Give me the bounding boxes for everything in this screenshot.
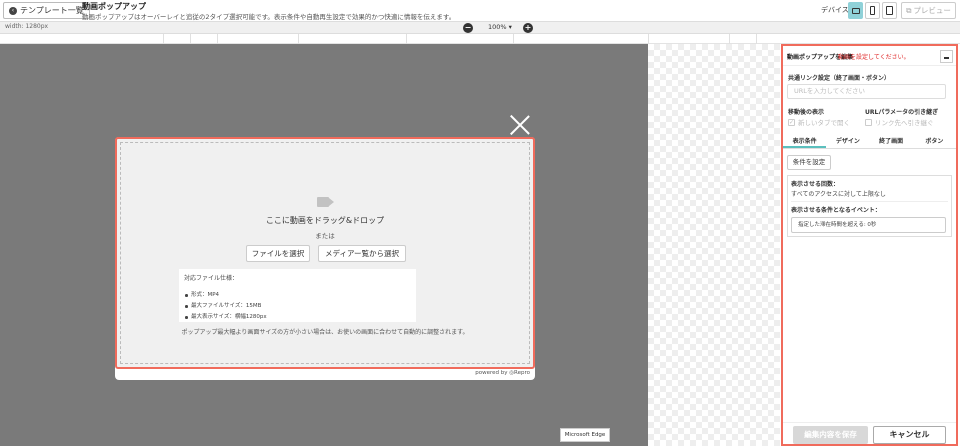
back-arrow-icon: ‹ <box>9 6 17 15</box>
preview-button[interactable]: ⧉ プレビュー <box>901 2 956 19</box>
url-param-label: URLパラメータの引き継ぎ <box>865 109 939 116</box>
video-popup: ここに動画をドラッグ&ドロップ または ファイルを選択 メディアー覧から選択 対… <box>115 137 535 380</box>
ruler-tick <box>163 34 164 44</box>
cancel-button[interactable]: キャンセル <box>873 426 946 444</box>
ruler-tick <box>190 34 191 44</box>
set-condition-button[interactable]: 条件を設定 <box>787 155 831 170</box>
spec-item: 最大ファイルサイズ：15MB <box>184 301 411 312</box>
ruler-tick <box>729 34 730 44</box>
zoom-bar: width: 1280px − 100% ▾ + <box>0 22 960 34</box>
collapse-panel-button[interactable] <box>940 50 953 63</box>
desktop-icon <box>851 7 860 14</box>
ruler-tick <box>648 34 649 44</box>
display-times-value: すべてのアクセスに対して上限なし <box>791 191 886 198</box>
after-move-label: 移動後の表示 <box>788 109 825 116</box>
drop-instruction: ここに動画をドラッグ&ドロップ <box>265 216 385 225</box>
size-note: ポップアップ最大幅より画面サイズの方が小さい場合は、お使いの画面に合わせて自動的… <box>181 329 469 336</box>
back-button-label: テンプレート一覧 <box>20 6 84 15</box>
ruler-tick <box>756 34 757 44</box>
top-bar: ‹ テンプレート一覧 動画ポップアップ 動画ポップアップはオーバーレイと追従の2… <box>0 0 960 22</box>
tab-design[interactable]: デザイン <box>826 135 869 148</box>
browser-badge: Microsoft Edge <box>560 428 610 442</box>
new-tab-checkbox[interactable]: ✓ 新しいタブで開く <box>788 117 850 127</box>
spec-item: 形式：MP4 <box>184 290 411 301</box>
link-forward-checkbox[interactable]: リンク先へ引き継ぐ <box>865 117 934 127</box>
or-text: または <box>315 232 335 240</box>
tab-end-screen[interactable]: 終了画面 <box>870 135 913 148</box>
tab-button[interactable]: ボタン <box>913 135 956 148</box>
file-spec-box: 対応ファイル仕様： 形式：MP4 最大ファイルサイズ：15MB 最大表示サイズ：… <box>179 269 416 322</box>
display-times-label: 表示させる回数： <box>791 181 840 188</box>
back-to-templates-button[interactable]: ‹ テンプレート一覧 <box>3 2 90 19</box>
link-forward-label: リンク先へ引き継ぐ <box>875 119 934 127</box>
select-file-button[interactable]: ファイルを選択 <box>246 245 310 262</box>
device-desktop-button[interactable] <box>848 2 863 19</box>
ruler-tick <box>298 34 299 44</box>
tablet-icon <box>886 6 893 15</box>
transparent-area <box>648 44 780 446</box>
new-tab-label: 新しいタブで開く <box>798 119 850 127</box>
powered-by-logo: powered by ◎Repro <box>475 370 530 376</box>
ruler-tick <box>513 34 514 44</box>
footer-divider <box>783 422 956 423</box>
spec-item: 最大表示サイズ：横幅1280px <box>184 312 411 323</box>
event-label: 表示させる条件となるイベント： <box>791 207 881 214</box>
page-description: 動画ポップアップはオーバーレイと追従の2タイプ選択可能です。表示条件や自動再生設… <box>82 13 456 21</box>
divider <box>791 201 948 202</box>
device-tablet-button[interactable] <box>882 2 897 19</box>
condition-summary: 表示させる回数： すべてのアクセスに対して上限なし 表示させる条件となるイベント… <box>787 175 952 237</box>
device-label: デバイス <box>821 6 849 14</box>
preview-label: プレビュー <box>913 6 951 15</box>
spec-title: 対応ファイル仕様： <box>184 275 239 282</box>
edit-panel: 動画ポップアップを編集 動画を設定してください。 共通リンク設定（終了画面・ボタ… <box>781 44 958 446</box>
save-button[interactable]: 編集内容を保存 <box>793 426 868 444</box>
ruler-tick <box>406 34 407 44</box>
external-link-icon: ⧉ <box>906 5 912 15</box>
url-input[interactable]: URLを入力してください <box>787 84 946 99</box>
video-dropzone[interactable]: ここに動画をドラッグ&ドロップ または ファイルを選択 メディアー覧から選択 対… <box>115 137 535 369</box>
mobile-icon <box>870 6 875 15</box>
select-from-media-button[interactable]: メディアー覧から選択 <box>318 245 406 262</box>
zoom-in-button[interactable]: + <box>523 23 533 33</box>
popup-close-icon[interactable] <box>510 115 530 135</box>
zoom-level-select[interactable]: 100% ▾ <box>488 23 512 31</box>
event-value: 指定した滞在時間を超える: 0秒 <box>791 217 946 233</box>
warning-text: 動画を設定してください。 <box>838 54 910 61</box>
checkbox-icon <box>865 118 872 126</box>
device-mobile-button[interactable] <box>865 2 880 19</box>
checkbox-checked-icon: ✓ <box>788 118 795 126</box>
ruler <box>0 34 960 44</box>
video-camera-icon <box>317 197 329 207</box>
zoom-out-button[interactable]: − <box>463 23 473 33</box>
canvas-width-text: width: 1280px <box>5 23 49 30</box>
tab-display-conditions[interactable]: 表示条件 <box>783 135 827 148</box>
panel-tabs: 表示条件 デザイン 終了画面 ボタン <box>783 135 956 149</box>
ruler-tick <box>217 34 218 44</box>
link-setting-label: 共通リンク設定（終了画面・ボタン） <box>788 75 891 82</box>
panel-header: 動画ポップアップを編集 動画を設定してください。 <box>783 46 956 66</box>
